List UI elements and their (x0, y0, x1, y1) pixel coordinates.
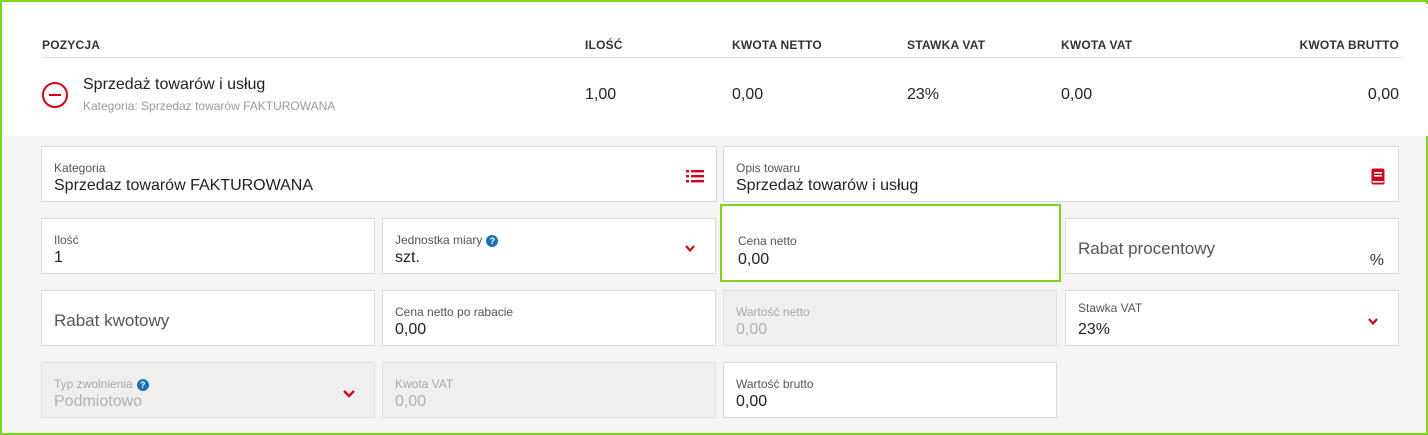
wartosc-netto-label: Wartość netto (736, 305, 810, 319)
chevron-down-icon[interactable] (1366, 317, 1380, 327)
list-icon[interactable] (686, 168, 704, 184)
item-kwota-vat: 0,00 (1061, 86, 1093, 103)
help-icon[interactable]: ? (486, 235, 499, 247)
typ-zwolnienia-label: Typ zwolnienia (54, 377, 133, 391)
opis-towaru-value: Sprzedaż towarów i usług (736, 177, 919, 194)
ilosc-value: 1 (54, 249, 63, 266)
wartosc-netto-value: 0,00 (736, 321, 768, 338)
wartosc-brutto-value: 0,00 (736, 393, 768, 410)
stawka-vat-select[interactable]: Stawka VAT 23% (1065, 290, 1399, 346)
header-stawka-vat: STAWKA VAT (907, 38, 986, 52)
cena-po-rabacie-value: 0,00 (395, 321, 427, 338)
item-name: Sprzedaż towarów i usług (83, 76, 266, 93)
cena-netto-po-rabacie-field[interactable]: Cena netto po rabacie 0,00 (382, 290, 716, 346)
wartosc-brutto-label: Wartość brutto (736, 377, 814, 391)
remove-item-button[interactable] (42, 82, 68, 108)
minus-icon (49, 94, 61, 96)
kategoria-value: Sprzedaz towarów FAKTUROWANA (54, 177, 314, 194)
cena-netto-label: Cena netto (738, 234, 797, 248)
cena-netto-field[interactable]: Cena netto 0,00 (720, 204, 1061, 282)
item-category: Kategoria: Sprzedaz towarów FAKTUROWANA (83, 99, 336, 113)
item-stawka-vat: 23% (907, 86, 940, 103)
header-divider (42, 57, 1402, 58)
chevron-down-icon[interactable] (683, 244, 697, 254)
wartosc-brutto-field[interactable]: Wartość brutto 0,00 (723, 362, 1057, 418)
header-ilosc: ILOŚĆ (585, 38, 623, 52)
stawka-vat-value: 23% (1078, 321, 1111, 338)
help-icon[interactable]: ? (136, 379, 149, 391)
typ-zwolnienia-select: Typ zwolnienia? Podmiotowo (41, 362, 375, 418)
percent-suffix: % (1369, 252, 1384, 269)
wartosc-netto-field: Wartość netto 0,00 (723, 290, 1057, 346)
item-kwota-brutto: 0,00 (1367, 86, 1399, 103)
ilosc-field[interactable]: Ilość 1 (41, 218, 375, 274)
kwota-vat-label: Kwota VAT (395, 377, 454, 391)
header-kwota-netto: KWOTA NETTO (732, 38, 822, 52)
jednostka-miary-label: Jednostka miary (395, 233, 483, 247)
invoice-item-panel: POZYCJA ILOŚĆ KWOTA NETTO STAWKA VAT KWO… (0, 0, 1428, 435)
cena-po-rabacie-label: Cena netto po rabacie (395, 305, 514, 319)
opis-towaru-label: Opis towaru (736, 161, 801, 175)
stawka-vat-label: Stawka VAT (1078, 301, 1143, 315)
item-kwota-netto: 0,00 (732, 86, 764, 103)
rabat-procentowy-placeholder: Rabat procentowy (1078, 239, 1216, 258)
opis-towaru-field[interactable]: Opis towaru Sprzedaż towarów i usług (723, 146, 1399, 202)
item-ilosc: 1,00 (585, 86, 617, 103)
kwota-vat-value: 0,00 (395, 393, 427, 410)
ilosc-label: Ilość (54, 233, 79, 247)
item-summary: POZYCJA ILOŚĆ KWOTA NETTO STAWKA VAT KWO… (4, 4, 1428, 136)
typ-zwolnienia-value: Podmiotowo (54, 393, 143, 410)
header-pozycja: POZYCJA (42, 38, 101, 52)
kategoria-label: Kategoria (54, 161, 106, 175)
rabat-kwotowy-placeholder: Rabat kwotowy (54, 311, 170, 330)
header-kwota-brutto: KWOTA BRUTTO (1299, 38, 1399, 52)
kwota-vat-field: Kwota VAT 0,00 (382, 362, 716, 418)
jednostka-miary-select[interactable]: Jednostka miary? szt. (382, 218, 716, 274)
rabat-procentowy-field[interactable]: Rabat procentowy % (1065, 218, 1399, 274)
rabat-kwotowy-field[interactable]: Rabat kwotowy (41, 290, 375, 346)
jednostka-miary-value: szt. (395, 249, 420, 266)
book-icon[interactable] (1371, 168, 1385, 185)
cena-netto-value: 0,00 (738, 251, 770, 268)
header-kwota-vat: KWOTA VAT (1061, 38, 1133, 52)
chevron-down-icon (343, 390, 355, 398)
kategoria-field[interactable]: Kategoria Sprzedaz towarów FAKTUROWANA (41, 146, 717, 202)
